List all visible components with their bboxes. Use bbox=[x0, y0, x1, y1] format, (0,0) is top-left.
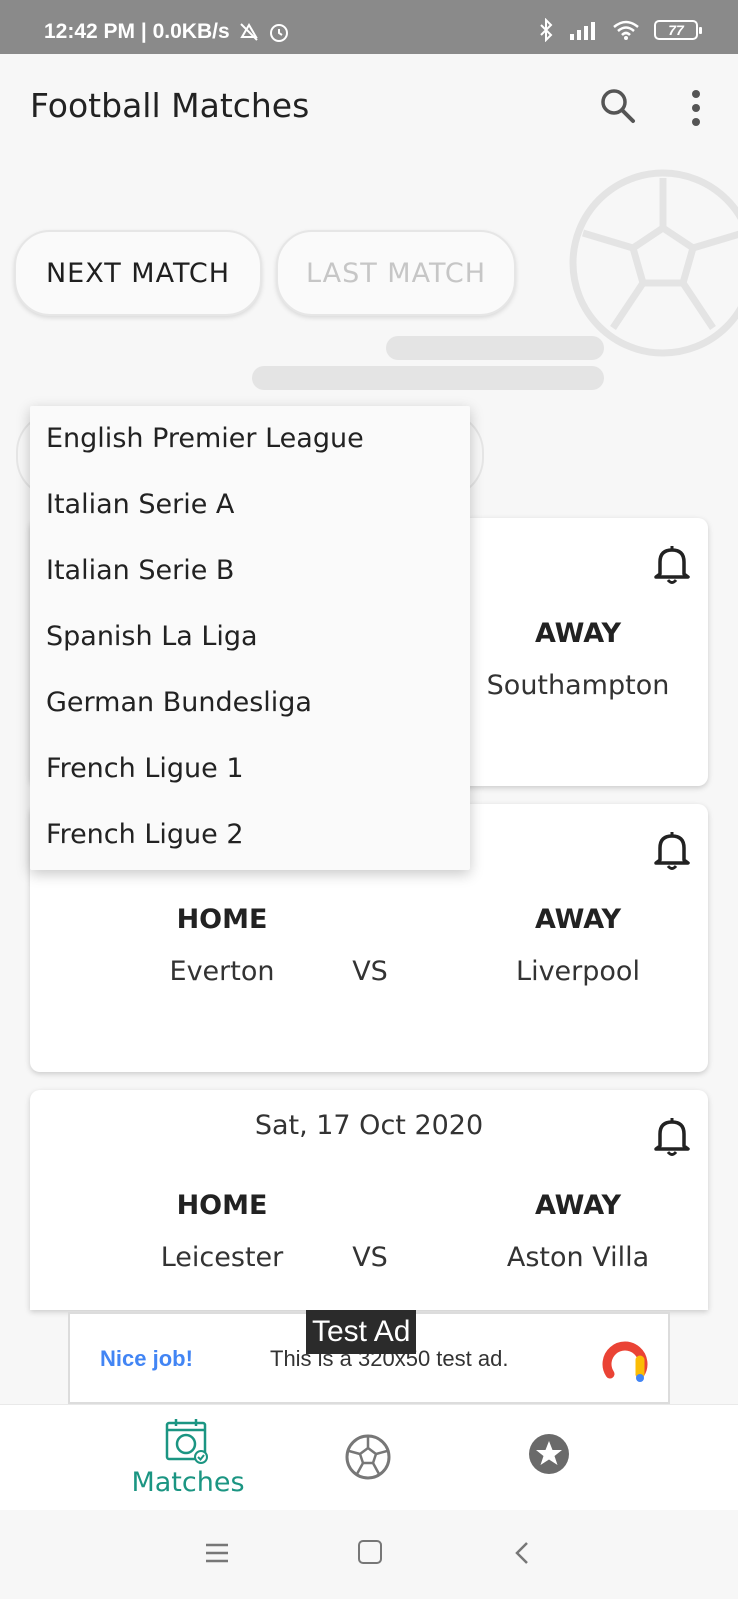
favorite-star-icon[interactable] bbox=[528, 1433, 570, 1475]
ad-nice-text: Nice job! bbox=[100, 1346, 193, 1371]
back-icon[interactable] bbox=[512, 1540, 532, 1566]
calendar-ball-icon bbox=[165, 1419, 208, 1464]
more-options-icon[interactable] bbox=[676, 86, 716, 130]
home-team: Leicester bbox=[160, 1242, 284, 1273]
home-icon[interactable] bbox=[358, 1540, 382, 1564]
nav-matches[interactable]: Matches bbox=[130, 1415, 246, 1505]
app-bar: Football Matches bbox=[0, 54, 738, 164]
home-label: HOME bbox=[176, 1190, 268, 1221]
battery-icon: 77 bbox=[654, 20, 702, 40]
away-team: Liverpool bbox=[516, 956, 640, 987]
menu-item-league[interactable]: Spanish La Liga bbox=[30, 604, 470, 670]
menu-item-league[interactable]: English Premier League bbox=[30, 406, 470, 472]
home-team: Everton bbox=[169, 956, 275, 987]
bell-icon[interactable] bbox=[652, 828, 692, 872]
next-match-button[interactable]: NEXT MATCH bbox=[14, 230, 262, 316]
ball-watermark-icon bbox=[569, 169, 738, 357]
ad-logo-icon bbox=[602, 1341, 648, 1382]
menu-item-league[interactable]: French Ligue 1 bbox=[30, 736, 470, 802]
match-card[interactable]: Sat, 17 Oct 2020 HOME Leicester VS AWAY … bbox=[30, 1090, 708, 1310]
system-navigation bbox=[0, 1510, 738, 1599]
nav-matches-label: Matches bbox=[131, 1467, 245, 1498]
away-team: Aston Villa bbox=[506, 1242, 650, 1273]
last-match-button[interactable]: LAST MATCH bbox=[276, 230, 516, 316]
vs-label: VS bbox=[352, 1242, 388, 1273]
vs-label: VS bbox=[352, 956, 388, 987]
test-ad-badge: Test Ad bbox=[306, 1310, 417, 1354]
away-label: AWAY bbox=[534, 1190, 622, 1221]
bottom-navigation: Matches bbox=[0, 1404, 738, 1510]
bell-icon[interactable] bbox=[652, 542, 692, 586]
menu-item-league[interactable]: German Bundesliga bbox=[30, 670, 470, 736]
page-title: Football Matches bbox=[30, 86, 310, 125]
menu-item-league[interactable]: French Ligue 2 bbox=[30, 802, 470, 868]
menu-item-league[interactable]: Italian Serie A bbox=[30, 472, 470, 538]
bluetooth-icon bbox=[540, 18, 553, 42]
signal-icon bbox=[570, 22, 595, 40]
home-label: HOME bbox=[176, 904, 268, 935]
recent-apps-icon[interactable] bbox=[204, 1542, 230, 1564]
alarm-icon bbox=[269, 24, 288, 42]
away-label: AWAY bbox=[534, 618, 622, 649]
wifi-icon bbox=[613, 20, 639, 40]
match-date: Sat, 17 Oct 2020 bbox=[254, 1110, 484, 1141]
bell-icon[interactable] bbox=[652, 1114, 692, 1158]
league-dropdown-menu: English Premier League Italian Serie A I… bbox=[30, 406, 470, 870]
mute-icon bbox=[239, 23, 258, 41]
football-icon[interactable] bbox=[344, 1433, 392, 1481]
loading-placeholder bbox=[386, 336, 604, 360]
menu-item-league[interactable]: Italian Serie B bbox=[30, 538, 470, 604]
search-icon[interactable] bbox=[596, 84, 640, 128]
loading-placeholder bbox=[252, 366, 604, 390]
away-label: AWAY bbox=[534, 904, 622, 935]
status-time: 12:42 PM | 0.0KB/s bbox=[44, 20, 230, 43]
away-team: Southampton bbox=[486, 670, 670, 701]
status-bar: 12:42 PM | 0.0KB/s 77 bbox=[0, 0, 738, 54]
